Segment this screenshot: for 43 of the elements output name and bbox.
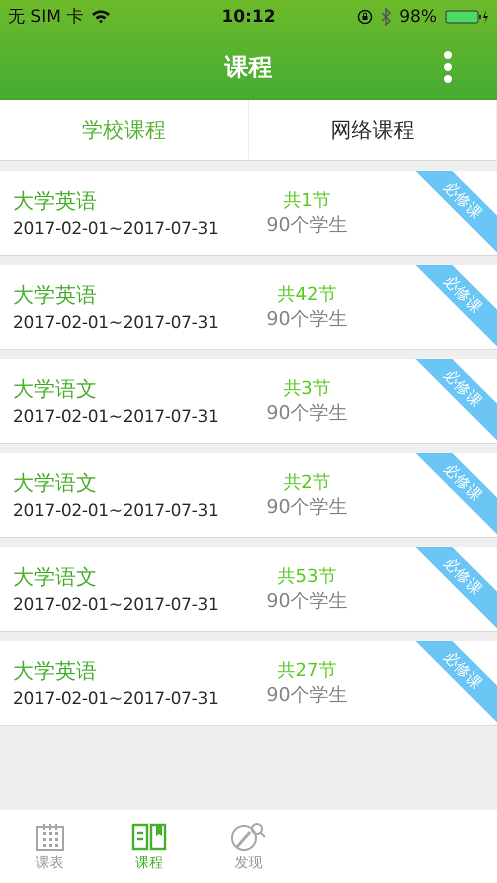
lesson-count: 共3节 — [283, 377, 331, 400]
lesson-count: 共53节 — [278, 565, 336, 588]
course-dates: 2017-02-01~2017-07-31 — [13, 501, 220, 521]
student-count: 90个学生 — [266, 307, 348, 332]
rotation-lock-icon — [357, 8, 374, 24]
lesson-count: 共42节 — [278, 283, 336, 306]
course-name: 大学语文 — [13, 376, 98, 403]
course-card[interactable]: 大学英语 2017-02-01~2017-07-31 共42节 90个学生 必修课 — [0, 265, 497, 350]
wifi-icon — [91, 9, 112, 24]
course-name: 大学英语 — [13, 658, 98, 685]
course-tab[interactable]: 网络课程 — [248, 100, 497, 160]
magnifier-icon — [230, 822, 266, 852]
clock-time: 10:12 — [221, 6, 276, 26]
course-dates: 2017-02-01~2017-07-31 — [13, 313, 220, 333]
page-title: 课程 — [224, 52, 272, 82]
book-icon — [131, 822, 168, 852]
battery-charging-icon — [445, 8, 489, 24]
course-name: 大学语文 — [13, 564, 98, 591]
course-card[interactable]: 大学英语 2017-02-01~2017-07-31 共27节 90个学生 必修课 — [0, 641, 497, 726]
student-count: 90个学生 — [266, 213, 348, 238]
course-card[interactable]: 大学语文 2017-02-01~2017-07-31 共53节 90个学生 必修课 — [0, 547, 497, 632]
student-count: 90个学生 — [266, 495, 348, 520]
lesson-count: 共2节 — [283, 471, 331, 494]
student-count: 90个学生 — [266, 589, 348, 614]
course-name: 大学英语 — [13, 188, 98, 215]
lesson-count: 共27节 — [278, 659, 336, 682]
carrier-text: 无 SIM 卡 — [8, 6, 84, 28]
course-name: 大学英语 — [13, 282, 98, 309]
course-name: 大学语文 — [13, 470, 98, 497]
course-dates: 2017-02-01~2017-07-31 — [13, 219, 220, 239]
more-menu-icon[interactable] — [443, 50, 453, 84]
course-card[interactable]: 大学英语 2017-02-01~2017-07-31 共1节 90个学生 必修课 — [0, 171, 497, 256]
course-card[interactable]: 大学语文 2017-02-01~2017-07-31 共2节 90个学生 必修课 — [0, 453, 497, 538]
calendar-icon — [34, 822, 65, 852]
lesson-count: 共1节 — [283, 189, 331, 212]
bluetooth-icon — [381, 8, 392, 26]
course-dates: 2017-02-01~2017-07-31 — [13, 689, 220, 709]
course-card[interactable]: 大学语文 2017-02-01~2017-07-31 共3节 90个学生 必修课 — [0, 359, 497, 444]
student-count: 90个学生 — [266, 683, 348, 708]
course-dates: 2017-02-01~2017-07-31 — [13, 595, 220, 615]
battery-percent: 98% — [399, 6, 437, 26]
course-dates: 2017-02-01~2017-07-31 — [13, 407, 220, 427]
student-count: 90个学生 — [266, 401, 348, 426]
